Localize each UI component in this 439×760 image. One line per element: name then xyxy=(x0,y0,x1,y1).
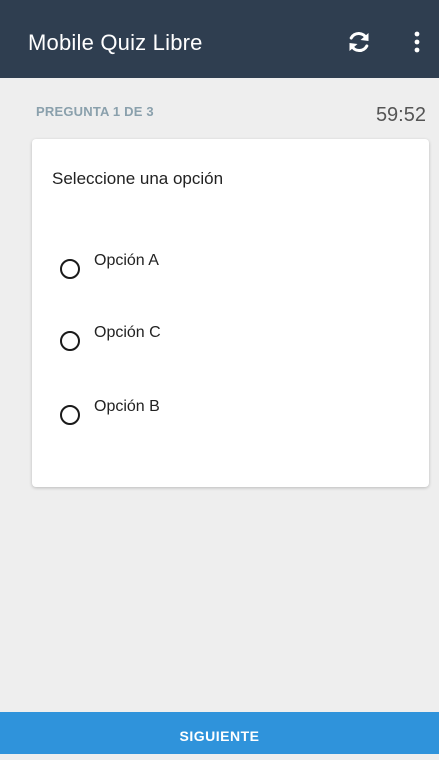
next-button[interactable]: SIGUIENTE xyxy=(0,712,439,754)
overflow-menu-button[interactable] xyxy=(410,28,424,56)
question-card: Seleccione una opción Opción A Opción C … xyxy=(32,139,429,487)
option-c[interactable]: Opción C xyxy=(60,322,360,351)
radio-button-icon[interactable] xyxy=(60,331,80,351)
app-title: Mobile Quiz Libre xyxy=(28,30,203,55)
refresh-button[interactable] xyxy=(346,29,372,55)
radio-button-icon[interactable] xyxy=(60,259,80,279)
option-label: Opción B xyxy=(94,398,160,415)
question-prompt: Seleccione una opción xyxy=(52,169,224,188)
question-counter: PREGUNTA 1 DE 3 xyxy=(36,104,154,119)
option-b[interactable]: Opción B xyxy=(60,396,360,425)
option-label: Opción C xyxy=(94,324,161,341)
refresh-icon xyxy=(349,31,369,53)
radio-button-icon[interactable] xyxy=(60,405,80,425)
option-a[interactable]: Opción A xyxy=(60,250,360,279)
more-vert-icon xyxy=(414,31,420,53)
countdown-timer: 59:52 xyxy=(375,104,426,126)
app-bar: Mobile Quiz Libre xyxy=(0,0,439,78)
option-label: Opción A xyxy=(94,252,159,269)
